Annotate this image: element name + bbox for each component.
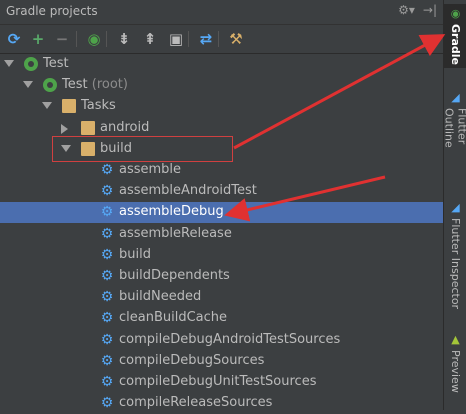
gear-icon: ⚙ bbox=[100, 269, 114, 283]
refresh-icon[interactable]: ⟳ bbox=[4, 29, 24, 49]
chevron-down-icon[interactable] bbox=[23, 81, 33, 88]
toolbar-separator bbox=[188, 31, 189, 47]
tree-row[interactable]: Test (root) bbox=[0, 75, 443, 96]
tree-row-label: buildDependents bbox=[119, 268, 230, 283]
tree-row-label: Test bbox=[43, 56, 69, 71]
gradle-icon: ◉ bbox=[451, 7, 461, 20]
tree-row[interactable]: Tasks bbox=[0, 96, 443, 117]
folder-icon bbox=[62, 99, 76, 113]
tree-row-label: android bbox=[100, 120, 149, 135]
highlight-box bbox=[52, 136, 233, 162]
gear-icon: ⚙ bbox=[100, 354, 114, 368]
gear-icon: ⚙ bbox=[100, 396, 114, 410]
tree-row[interactable]: Test bbox=[0, 54, 443, 75]
gradle-task-tree: Test Test (root) Tasks android build ⚙ assembl… bbox=[0, 54, 443, 410]
title-actions: ⚙▾ →| bbox=[398, 3, 437, 17]
gear-icon[interactable]: ⚙▾ bbox=[398, 3, 415, 17]
sidebar-tab-gradle[interactable]: ◉ Gradle bbox=[444, 4, 466, 68]
gradle-projects-panel: Gradle projects ⚙▾ →| ⟳+−◉⇟⇞▣⇄⚒ TestTest… bbox=[0, 0, 443, 410]
gear-icon: ⚙ bbox=[100, 248, 114, 262]
gear-icon: ⚙ bbox=[100, 227, 114, 241]
tree-row[interactable]: ⚙ buildNeeded bbox=[0, 287, 443, 308]
tree-row-label: compileDebugAndroidTestSources bbox=[119, 332, 340, 347]
tree-row-label: compileReleaseSources bbox=[119, 395, 272, 410]
toolbar-separator bbox=[218, 31, 219, 47]
tree-row-suffix: (root) bbox=[88, 77, 128, 92]
run-gradle-task-icon[interactable]: ◉ bbox=[84, 29, 104, 49]
gradle-toolbar: ⟳+−◉ ⇟ ⇞ ▣ ⇄ ⚒ bbox=[0, 25, 443, 54]
right-tool-window-bar: ◉ Gradle ◢ Flutter Outline ◢ Flutter Inspecto… bbox=[443, 0, 466, 410]
gear-icon: ⚙ bbox=[100, 311, 114, 325]
tree-row[interactable]: ⚙ cleanBuildCache bbox=[0, 308, 443, 329]
tree-row[interactable]: ⚙ assembleRelease bbox=[0, 224, 443, 245]
tree-row[interactable]: ⚙ compileDebugAndroidTestSources bbox=[0, 330, 443, 351]
expand-all-icon[interactable]: ⇟ bbox=[114, 29, 134, 49]
android-icon: ▲ bbox=[451, 333, 459, 346]
tree-row[interactable]: ⚙ build bbox=[0, 245, 443, 266]
tree-row[interactable]: ⚙ compileDebugUnitTestSources bbox=[0, 372, 443, 393]
tree-row-label: assembleAndroidTest bbox=[119, 183, 257, 198]
tree-row-label: Test (root) bbox=[62, 77, 128, 92]
sidebar-tab-flutter-outline[interactable]: ◢ Flutter Outline bbox=[444, 88, 466, 184]
chevron-down-icon[interactable] bbox=[4, 60, 14, 67]
sidebar-tab-label: Flutter Inspector bbox=[449, 218, 462, 309]
hide-icon[interactable]: →| bbox=[423, 3, 437, 17]
tree-row[interactable]: ⚙ assembleDebug bbox=[0, 202, 443, 223]
tree-row-label: cleanBuildCache bbox=[119, 310, 227, 325]
tree-row-label: buildNeeded bbox=[119, 289, 201, 304]
gear-icon: ⚙ bbox=[100, 290, 114, 304]
collapse-all-icon[interactable]: ⇞ bbox=[140, 29, 160, 49]
gear-icon: ⚙ bbox=[100, 333, 114, 347]
attach-project-icon[interactable]: ▣ bbox=[166, 29, 186, 49]
gear-icon: ⚙ bbox=[100, 205, 114, 219]
gear-icon: ⚙ bbox=[100, 375, 114, 389]
gradle-icon bbox=[43, 78, 57, 92]
tree-row-label: assembleRelease bbox=[119, 226, 232, 241]
flutter-icon: ◢ bbox=[451, 201, 459, 214]
remove-icon[interactable]: − bbox=[52, 29, 72, 49]
add-icon[interactable]: + bbox=[28, 29, 48, 49]
chevron-right-icon[interactable] bbox=[61, 124, 68, 134]
sidebar-tab-flutter-inspector[interactable]: ◢ Flutter Inspector bbox=[444, 198, 466, 310]
tree-row[interactable]: ⚙ assemble bbox=[0, 160, 443, 181]
gear-icon: ⚙ bbox=[100, 184, 114, 198]
flutter-icon: ◢ bbox=[451, 91, 459, 104]
panel-titlebar: Gradle projects ⚙▾ →| bbox=[0, 0, 443, 25]
chevron-down-icon[interactable] bbox=[42, 102, 52, 109]
toolbar-separator bbox=[106, 31, 107, 47]
tree-row[interactable]: ⚙ buildDependents bbox=[0, 266, 443, 287]
toggle-offline-icon[interactable]: ⇄ bbox=[196, 29, 216, 49]
tree-row-label: build bbox=[119, 247, 151, 262]
folder-gear-icon bbox=[81, 121, 95, 135]
settings-icon[interactable]: ⚒ bbox=[226, 29, 246, 49]
tree-row[interactable]: ⚙ assembleAndroidTest bbox=[0, 181, 443, 202]
tree-row-label: compileDebugSources bbox=[119, 353, 264, 368]
tree-row-label: compileDebugUnitTestSources bbox=[119, 374, 316, 389]
tree-row[interactable]: ⚙ compileDebugSources bbox=[0, 351, 443, 372]
panel-title: Gradle projects bbox=[6, 4, 98, 18]
sidebar-tab-label: Preview bbox=[449, 350, 462, 393]
sidebar-tab-preview[interactable]: ▲ Preview bbox=[444, 330, 466, 390]
sidebar-tab-label: Gradle bbox=[449, 24, 462, 65]
gradle-icon bbox=[24, 57, 38, 71]
tree-row-label: Tasks bbox=[81, 98, 116, 113]
tree-row-label: assembleDebug bbox=[119, 204, 224, 219]
gear-icon: ⚙ bbox=[100, 163, 114, 177]
tree-row-label: assemble bbox=[119, 162, 181, 177]
toolbar-separator bbox=[76, 31, 77, 47]
tree-row[interactable]: ⚙ compileReleaseSources bbox=[0, 393, 443, 414]
sidebar-tab-label: Flutter Outline bbox=[443, 108, 466, 184]
